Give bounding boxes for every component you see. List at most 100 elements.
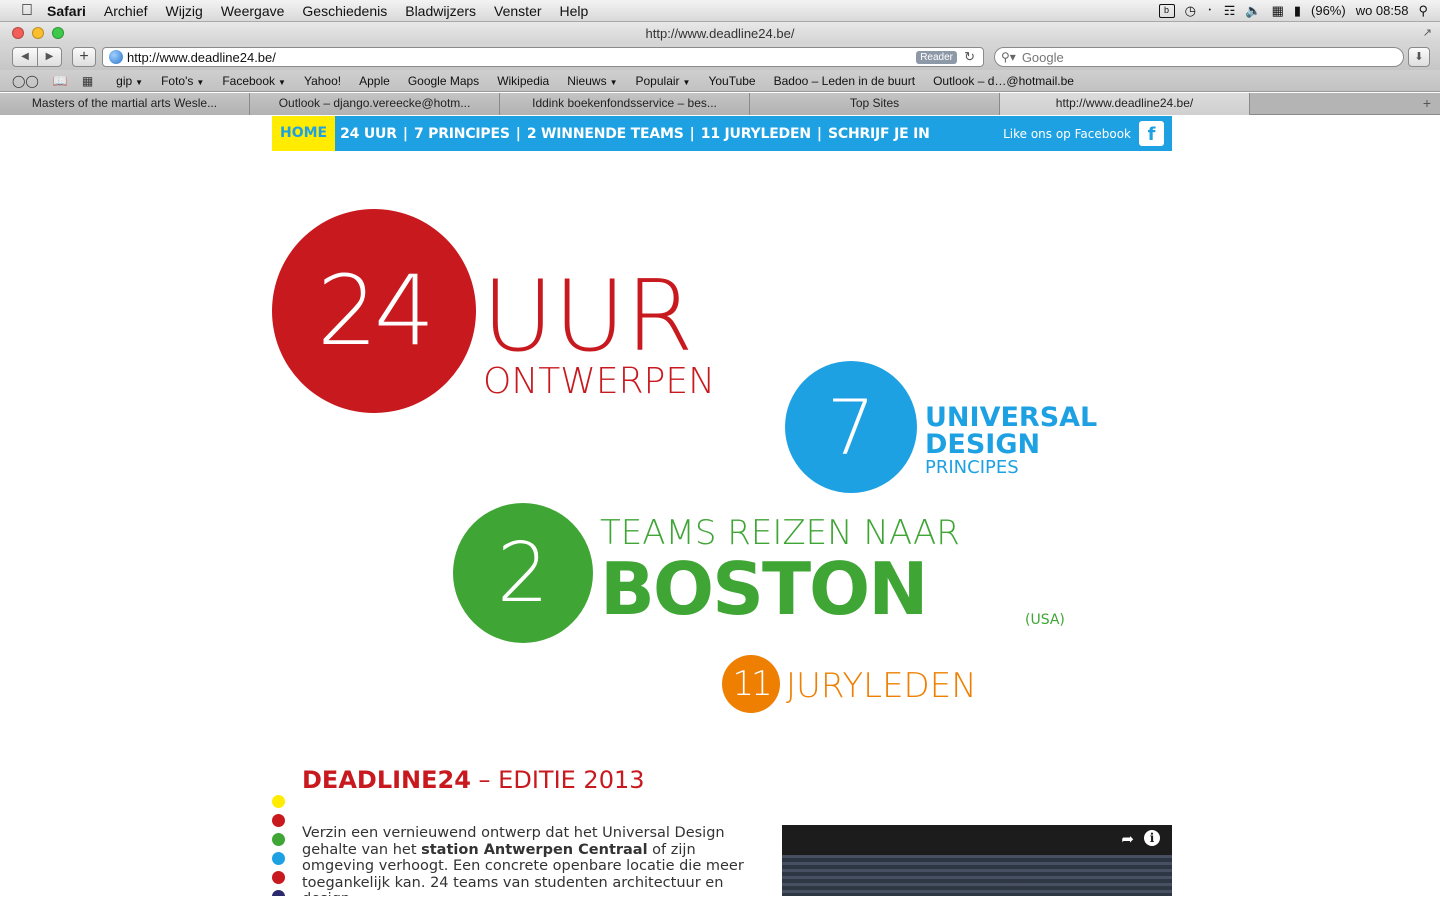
bookmark-google-maps[interactable]: Google Maps bbox=[399, 74, 488, 88]
input-menu-icon[interactable]: ▦ bbox=[1272, 3, 1284, 19]
window-title: http://www.deadline24.be/ bbox=[645, 25, 795, 41]
volume-icon[interactable]: 🔈 bbox=[1245, 3, 1261, 19]
badge-b-icon[interactable]: b bbox=[1158, 3, 1175, 18]
headline-ontwerpen: ONTWERPEN bbox=[483, 361, 715, 402]
intro-station-link: station Antwerpen Centraal bbox=[421, 841, 648, 858]
share-icon[interactable]: ➦ bbox=[1121, 830, 1134, 848]
circle-24: 24 bbox=[272, 209, 476, 413]
forward-button[interactable]: ▶ bbox=[37, 48, 61, 66]
chevron-down-icon: ▼ bbox=[135, 77, 144, 87]
search-field[interactable]: ⚲▾ Google bbox=[994, 47, 1404, 67]
web-content: HOME 24 UUR | 7 PRINCIPES | 2 WINNENDE T… bbox=[4, 116, 1436, 896]
bookmark-facebook[interactable]: Facebook ▼ bbox=[213, 74, 295, 88]
headline-principes: PRINCIPES bbox=[925, 457, 1019, 478]
clock[interactable]: wo 08:58 bbox=[1356, 3, 1409, 18]
bookmark-fotos[interactable]: Foto's ▼ bbox=[152, 74, 213, 88]
dot-red bbox=[272, 814, 285, 827]
intro-text: Verzin een vernieuwend ontwerp dat het U… bbox=[302, 825, 744, 896]
facebook-like-link[interactable]: Like ons op Facebook f bbox=[1003, 121, 1172, 146]
bookmarks-bar: ◯◯ 📖 ▦ gip ▼ Foto's ▼ Facebook ▼ Yahoo! App… bbox=[0, 70, 1440, 92]
add-bookmark-button[interactable]: + bbox=[72, 47, 96, 67]
window-titlebar: http://www.deadline24.be/ ↗ bbox=[0, 22, 1440, 44]
nav-schrijf-je-in[interactable]: SCHRIJF JE IN bbox=[823, 126, 935, 142]
tab-iddink[interactable]: Iddink boekenfondsservice – bes... bbox=[500, 93, 750, 115]
downloads-button[interactable]: ⬇ bbox=[1408, 47, 1430, 67]
battery-percent[interactable]: (96%) bbox=[1311, 3, 1346, 18]
bookmark-populair[interactable]: Populair ▼ bbox=[627, 74, 700, 88]
photo-image bbox=[782, 855, 1172, 896]
search-icon: ⚲▾ bbox=[1001, 50, 1016, 64]
address-bar[interactable]: http://www.deadline24.be/ Reader ↻ bbox=[102, 47, 984, 67]
minimize-window-button[interactable] bbox=[32, 27, 44, 39]
headline-design: DESIGN bbox=[925, 429, 1041, 460]
headline-juryleden: JURYLEDEN bbox=[786, 666, 977, 706]
bookmark-youtube[interactable]: YouTube bbox=[699, 74, 764, 88]
bookmarks-book-icon[interactable]: 📖 bbox=[53, 74, 68, 88]
bookmark-nieuws[interactable]: Nieuws ▼ bbox=[558, 74, 626, 88]
search-placeholder: Google bbox=[1021, 49, 1064, 65]
bookmark-yahoo[interactable]: Yahoo! bbox=[295, 74, 350, 88]
circle-7: 7 bbox=[785, 361, 917, 493]
bookmark-gip[interactable]: gip ▼ bbox=[107, 74, 152, 88]
new-tab-button[interactable]: + bbox=[1414, 93, 1440, 114]
reload-icon[interactable]: ↻ bbox=[964, 49, 975, 65]
zoom-window-button[interactable] bbox=[52, 27, 64, 39]
menu-venster[interactable]: Venster bbox=[485, 3, 550, 19]
headline-universal: UNIVERSAL bbox=[925, 402, 1098, 433]
facebook-icon: f bbox=[1139, 121, 1164, 146]
nav-separator: | bbox=[816, 125, 822, 142]
menu-archief[interactable]: Archief bbox=[95, 3, 157, 19]
nav-24-uur[interactable]: 24 UUR bbox=[335, 126, 402, 142]
menu-wijzig[interactable]: Wijzig bbox=[157, 3, 212, 19]
bookmark-apple[interactable]: Apple bbox=[350, 74, 399, 88]
dot-yellow bbox=[272, 795, 285, 808]
dot-red bbox=[272, 871, 285, 884]
reader-button[interactable]: Reader bbox=[916, 51, 957, 64]
edition-heading: DEADLINE24 – EDITIE 2013 bbox=[302, 766, 645, 794]
menu-weergave[interactable]: Weergave bbox=[212, 3, 294, 19]
chevron-down-icon: ▼ bbox=[609, 77, 618, 87]
address-text[interactable]: http://www.deadline24.be/ bbox=[127, 50, 276, 65]
nav-7-principes[interactable]: 7 PRINCIPES bbox=[409, 126, 515, 142]
bookmark-badoo[interactable]: Badoo – Leden in de buurt bbox=[765, 74, 924, 88]
color-dots bbox=[272, 795, 285, 896]
chevron-down-icon: ▼ bbox=[196, 77, 205, 87]
window-controls bbox=[12, 27, 64, 39]
dot-blue bbox=[272, 852, 285, 865]
station-photo[interactable]: ➦ i bbox=[782, 825, 1172, 896]
tab-masters[interactable]: Masters of the martial arts Wesle... bbox=[0, 93, 250, 115]
tab-outlook[interactable]: Outlook – django.vereecke@hotm... bbox=[250, 93, 500, 115]
reading-list-icon[interactable]: ◯◯ bbox=[12, 74, 39, 88]
close-window-button[interactable] bbox=[12, 27, 24, 39]
info-icon[interactable]: i bbox=[1144, 830, 1160, 846]
fullscreen-icon[interactable]: ↗ bbox=[1423, 26, 1432, 39]
back-button[interactable]: ◀ bbox=[13, 48, 37, 66]
menu-bladwijzers[interactable]: Bladwijzers bbox=[396, 3, 485, 19]
dot-green bbox=[272, 833, 285, 846]
top-sites-grid-icon[interactable]: ▦ bbox=[82, 74, 93, 88]
bookmark-wikipedia[interactable]: Wikipedia bbox=[488, 74, 558, 88]
tab-top-sites[interactable]: Top Sites bbox=[750, 93, 1000, 115]
site-nav: HOME 24 UUR | 7 PRINCIPES | 2 WINNENDE T… bbox=[272, 116, 1172, 151]
spotlight-icon[interactable]: ⚲ bbox=[1418, 3, 1428, 19]
nav-2-winnende-teams[interactable]: 2 WINNENDE TEAMS bbox=[522, 126, 689, 142]
battery-icon[interactable]: ▮ bbox=[1294, 3, 1301, 19]
nav-separator: | bbox=[689, 125, 695, 142]
circle-2: 2 bbox=[453, 503, 593, 643]
edition-brand: DEADLINE24 bbox=[302, 766, 471, 794]
status-menus: b ◷ ᛫ ☶ 🔈 ▦ ▮ (96%) wo 08:58 ⚲ bbox=[1158, 3, 1440, 19]
menu-geschiedenis[interactable]: Geschiedenis bbox=[293, 3, 396, 19]
menu-app-safari[interactable]: Safari bbox=[38, 3, 95, 19]
chevron-down-icon: ▼ bbox=[278, 77, 286, 87]
menu-help[interactable]: Help bbox=[551, 3, 598, 19]
tab-deadline24[interactable]: http://www.deadline24.be/ bbox=[1000, 93, 1250, 115]
nav-11-juryleden[interactable]: 11 JURYLEDEN bbox=[696, 126, 816, 142]
headline-teams: TEAMS REIZEN NAAR bbox=[600, 513, 960, 553]
photo-controls: ➦ i bbox=[1121, 830, 1160, 848]
wifi-icon[interactable]: ☶ bbox=[1224, 3, 1236, 19]
nav-home[interactable]: HOME bbox=[272, 116, 336, 151]
bookmark-outlook[interactable]: Outlook – d…@hotmail.be bbox=[924, 74, 1083, 88]
bluetooth-icon[interactable]: ᛫ bbox=[1206, 3, 1214, 18]
apple-menu-icon[interactable]:  bbox=[16, 2, 38, 20]
time-machine-icon[interactable]: ◷ bbox=[1185, 3, 1196, 19]
